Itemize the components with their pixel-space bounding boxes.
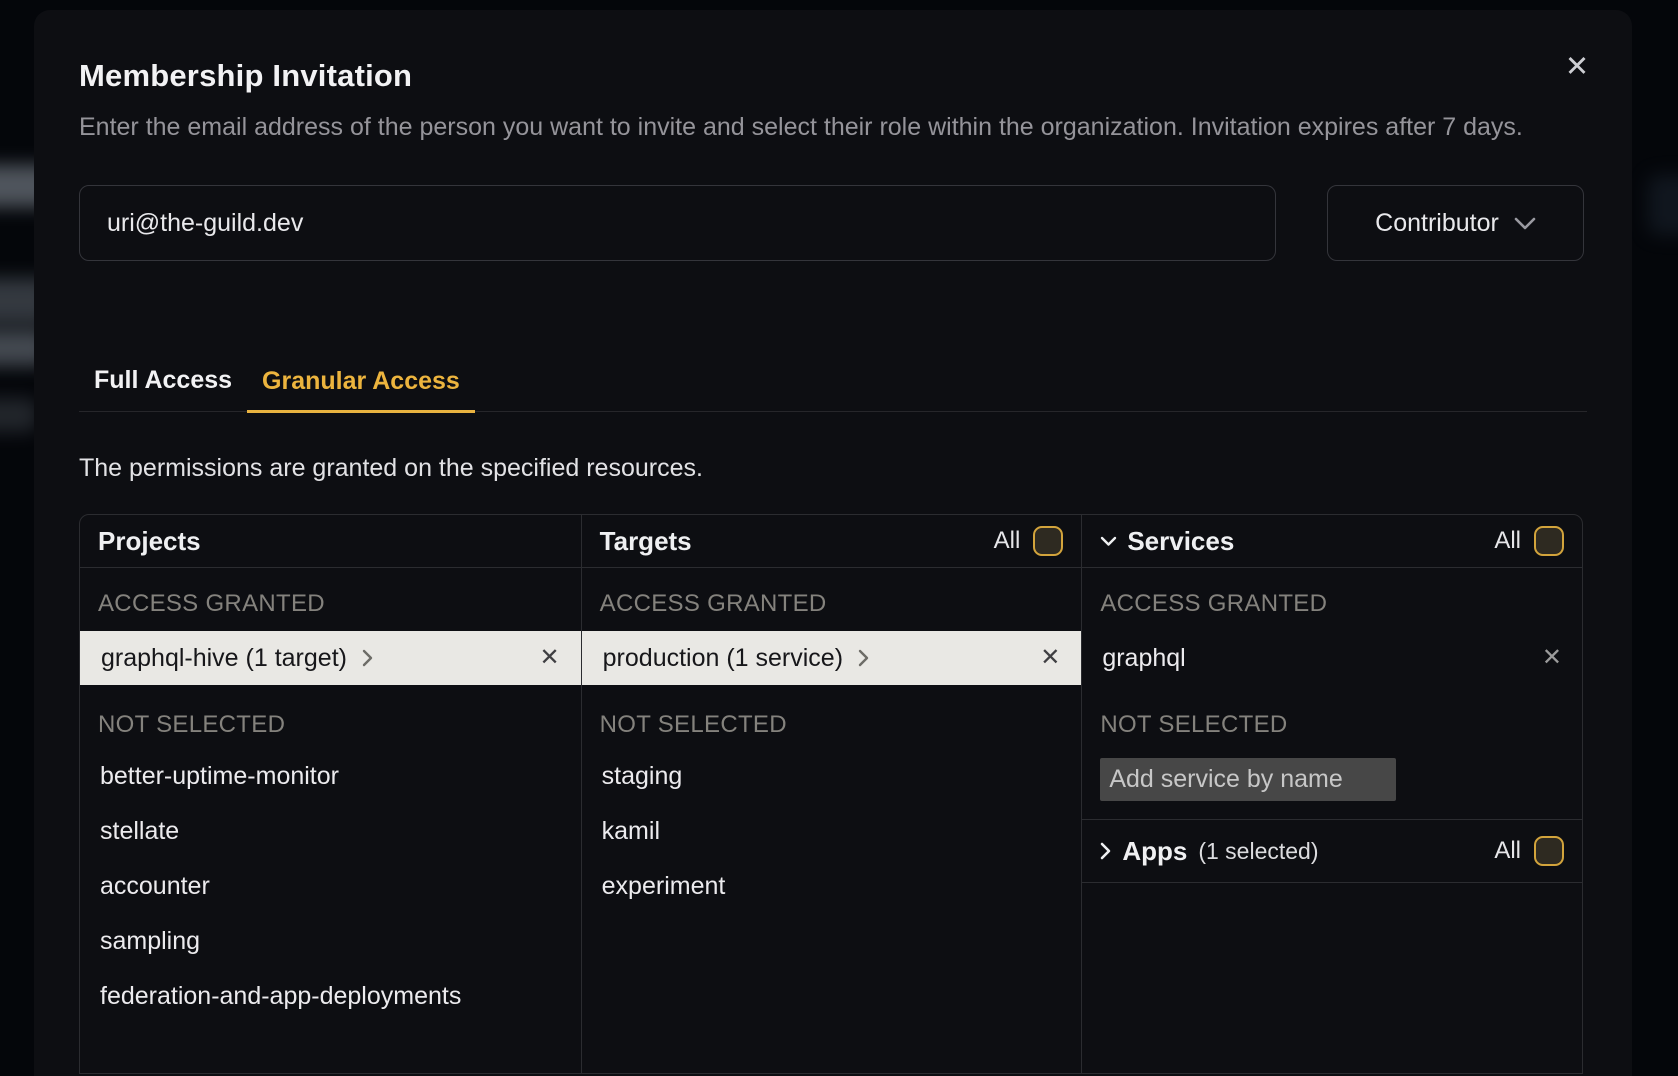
access-granted-label: ACCESS GRANTED <box>1100 590 1564 618</box>
services-column-header[interactable]: Services All <box>1082 515 1582 568</box>
backdrop-blur-fragment <box>1648 175 1678 235</box>
invite-form-row: Contributor <box>79 185 1587 261</box>
projects-column: Projects ACCESS GRANTED graphql-hive (1 … <box>80 515 581 1073</box>
services-all-toggle: All <box>1494 526 1564 556</box>
add-service-input[interactable] <box>1100 758 1396 801</box>
apps-all-checkbox[interactable] <box>1534 836 1564 866</box>
email-input[interactable] <box>79 185 1276 261</box>
tab-full-access[interactable]: Full Access <box>79 366 247 411</box>
selected-project-label: graphql-hive (1 target) <box>101 644 347 673</box>
not-selected-label: NOT SELECTED <box>1100 711 1564 739</box>
selected-project-row[interactable]: graphql-hive (1 target) ✕ <box>80 631 581 685</box>
apps-label: Apps <box>1122 836 1187 867</box>
resource-permission-table: Projects ACCESS GRANTED graphql-hive (1 … <box>79 514 1583 1074</box>
tab-granular-access[interactable]: Granular Access <box>247 366 475 413</box>
list-item[interactable]: experiment <box>582 859 1082 914</box>
dialog-description: Enter the email address of the person yo… <box>79 108 1587 147</box>
list-item[interactable]: staging <box>582 749 1082 804</box>
projects-not-selected-list: better-uptime-monitor stellate accounter… <box>80 749 581 1024</box>
remove-project-icon[interactable]: ✕ <box>540 646 560 670</box>
targets-all-toggle: All <box>994 526 1064 556</box>
list-item[interactable]: sampling <box>80 914 581 969</box>
targets-header-label: Targets <box>600 526 692 557</box>
chevron-down-icon <box>1100 536 1117 547</box>
remove-service-icon[interactable]: ✕ <box>1542 646 1562 670</box>
access-granted-label: ACCESS GRANTED <box>600 590 1064 618</box>
list-item[interactable]: stellate <box>80 804 581 859</box>
not-selected-label: NOT SELECTED <box>600 711 1064 739</box>
apps-all-toggle: All <box>1494 836 1564 866</box>
not-selected-label: NOT SELECTED <box>98 711 563 739</box>
apps-selected-count: (1 selected) <box>1198 838 1318 865</box>
targets-all-checkbox[interactable] <box>1033 526 1063 556</box>
remove-target-icon[interactable]: ✕ <box>1040 646 1060 670</box>
selected-service-row: graphql ✕ <box>1082 631 1582 685</box>
selected-target-label: production (1 service) <box>603 644 843 673</box>
targets-column-header: Targets All <box>582 515 1082 568</box>
apps-section-row[interactable]: Apps (1 selected) All <box>1082 819 1582 883</box>
close-icon[interactable]: ✕ <box>1560 50 1594 84</box>
chevron-right-icon <box>858 649 869 667</box>
selected-target-row[interactable]: production (1 service) ✕ <box>582 631 1082 685</box>
chevron-down-icon <box>1514 217 1536 230</box>
services-all-label: All <box>1494 527 1521 555</box>
role-select-value: Contributor <box>1375 209 1499 238</box>
dialog-title: Membership Invitation <box>79 58 1587 94</box>
services-column: Services All ACCESS GRANTED graphql ✕ NO… <box>1081 515 1582 1073</box>
chevron-right-icon <box>362 649 373 667</box>
list-item[interactable]: kamil <box>582 804 1082 859</box>
services-all-checkbox[interactable] <box>1534 526 1564 556</box>
list-item[interactable]: better-uptime-monitor <box>80 749 581 804</box>
access-tabs: Full Access Granular Access <box>79 366 1587 412</box>
list-item[interactable]: federation-and-app-deployments <box>80 969 581 1024</box>
targets-column: Targets All ACCESS GRANTED production (1… <box>581 515 1082 1073</box>
permissions-note: The permissions are granted on the speci… <box>79 454 1587 483</box>
selected-service-label: graphql <box>1102 644 1185 673</box>
role-select[interactable]: Contributor <box>1327 185 1584 261</box>
list-item[interactable]: accounter <box>80 859 581 914</box>
services-header-label: Services <box>1127 526 1234 557</box>
projects-column-header: Projects <box>80 515 581 568</box>
apps-all-label: All <box>1494 837 1521 865</box>
chevron-right-icon <box>1100 842 1111 860</box>
backdrop-blur-fragment <box>0 398 38 432</box>
membership-invitation-dialog: ✕ Membership Invitation Enter the email … <box>34 10 1632 1076</box>
projects-header-label: Projects <box>98 526 201 557</box>
targets-all-label: All <box>994 527 1021 555</box>
access-granted-label: ACCESS GRANTED <box>98 590 563 618</box>
targets-not-selected-list: staging kamil experiment <box>582 749 1082 914</box>
